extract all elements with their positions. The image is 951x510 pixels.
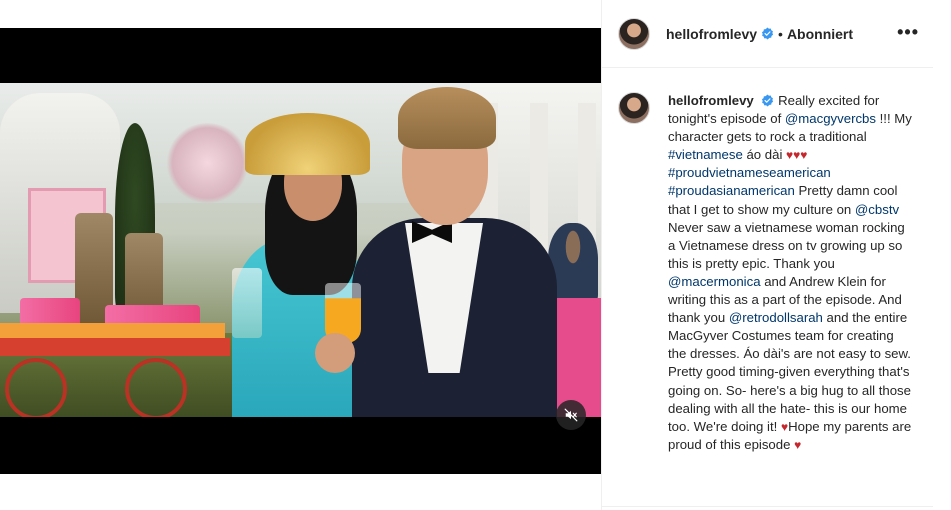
caption-comment: hellofromlevy Really excited for tonight… (618, 92, 918, 454)
mention-link[interactable]: @macgyvercbs (785, 111, 876, 126)
mute-button[interactable] (556, 400, 586, 430)
follow-status-button[interactable]: Abonniert (787, 26, 853, 42)
avatar[interactable] (618, 17, 650, 50)
hashtag-link[interactable]: #proudasianamerican (668, 183, 795, 198)
mention-link[interactable]: @macermonica (668, 274, 761, 289)
heart-emoji-icon: ♥ (794, 437, 802, 452)
caption-text: hellofromlevy Really excited for tonight… (668, 93, 912, 452)
hashtag-link[interactable]: #vietnamese (668, 147, 743, 162)
post-header: hellofromlevy • Abonniert ••• (602, 0, 933, 68)
video-player[interactable] (0, 28, 601, 474)
header-username[interactable]: hellofromlevy (666, 26, 757, 42)
speaker-muted-icon (564, 408, 578, 422)
caption-username[interactable]: hellofromlevy (668, 93, 754, 108)
mention-link[interactable]: @cbstv (855, 202, 899, 217)
heart-emoji-icon: ♥♥♥ (786, 148, 808, 163)
more-options-icon[interactable]: ••• (897, 23, 919, 41)
divider (602, 506, 933, 507)
video-frame[interactable] (0, 83, 601, 417)
caption-avatar[interactable] (618, 92, 650, 124)
mention-link[interactable]: @retrodollsarah (729, 310, 823, 325)
verified-badge-icon (762, 27, 774, 40)
verified-badge-icon (762, 94, 774, 107)
hashtag-link[interactable]: #proudvietnameseamerican (668, 165, 831, 180)
post-side-panel: hellofromlevy • Abonniert ••• hellofroml… (601, 0, 933, 510)
